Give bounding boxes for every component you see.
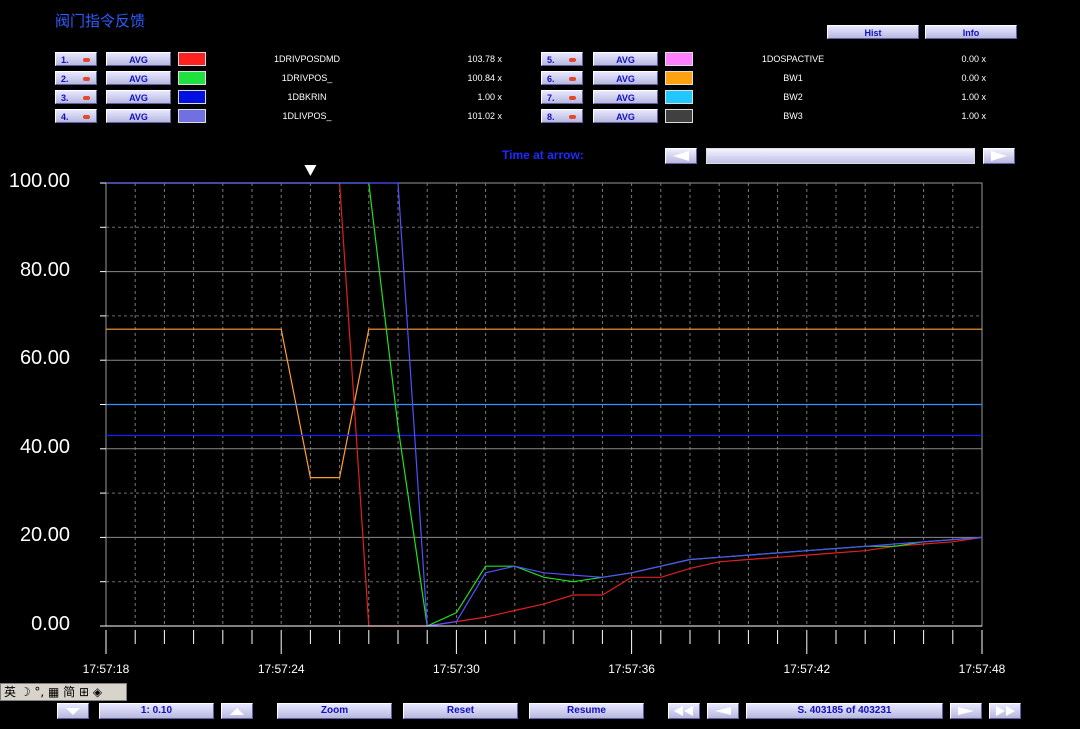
resume-button[interactable]: Resume [529, 703, 644, 719]
zoom-button[interactable]: Zoom [277, 703, 392, 719]
y-tick-label: 0.00 [31, 613, 70, 635]
y-tick-label: 100.00 [8, 170, 70, 192]
sample-status: S. 403185 of 403231 [746, 703, 943, 719]
y-tick-label: 20.00 [19, 524, 70, 547]
fast-forward-icon [996, 706, 1015, 716]
fast-back-button[interactable] [668, 703, 700, 719]
step-back-button[interactable] [707, 703, 739, 719]
zoom-ratio-field[interactable]: 1: 0.10 [99, 703, 214, 719]
y-tick-label: 40.00 [19, 435, 70, 458]
step-forward-button[interactable] [950, 703, 982, 719]
x-tick-label: 17:57:24 [257, 662, 305, 676]
x-tick-label: 17:57:18 [82, 662, 130, 676]
fast-forward-button[interactable] [989, 703, 1021, 719]
x-tick-label: 17:57:30 [433, 662, 480, 676]
step-forward-icon [958, 707, 974, 715]
zoom-down-button[interactable] [57, 703, 89, 719]
reset-button[interactable]: Reset [403, 703, 518, 719]
x-tick-label: 17:57:42 [783, 662, 831, 676]
trend-chart[interactable] [0, 0, 1080, 729]
x-tick-label: 17:57:36 [608, 662, 655, 676]
triangle-down-icon [66, 708, 80, 715]
x-tick-label: 17:57:48 [958, 662, 1006, 676]
triangle-up-icon [230, 708, 244, 715]
y-tick-label: 80.00 [19, 258, 70, 281]
step-back-icon [715, 707, 731, 715]
zoom-up-button[interactable] [221, 703, 253, 719]
ime-toolbar[interactable]: 英 ☽ °, ▦ 简 ⊞ ◈ [0, 683, 127, 701]
time-arrow-icon [304, 165, 317, 176]
y-tick-label: 60.00 [19, 347, 70, 370]
fast-back-icon [674, 706, 693, 716]
